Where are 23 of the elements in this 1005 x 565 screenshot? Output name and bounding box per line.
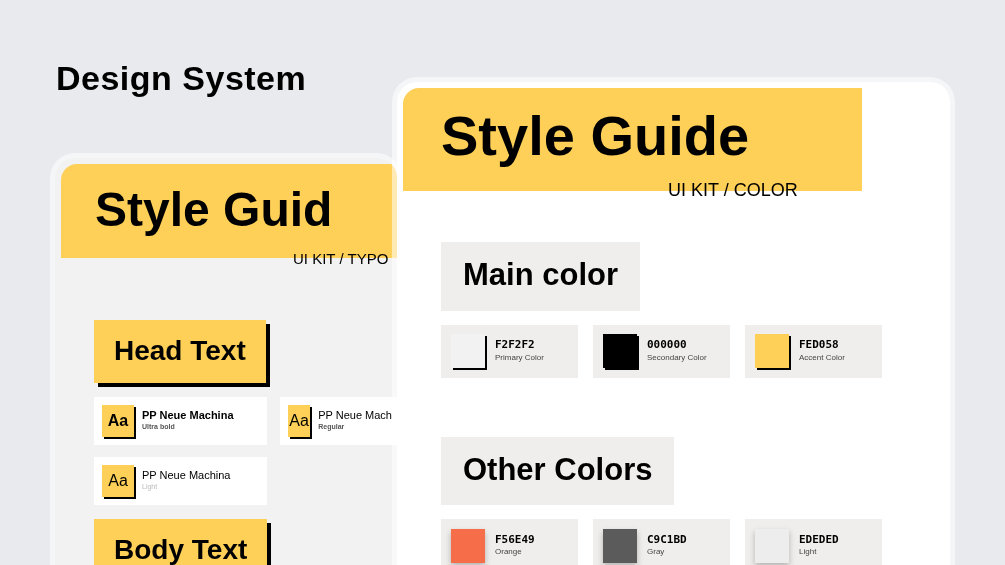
color-label: Light <box>799 546 818 559</box>
color-code: C9C1BD <box>647 532 687 547</box>
font-name: PP Neue Machina <box>142 409 234 423</box>
color-label: Orange <box>495 546 523 559</box>
color-label: Accent Color <box>799 351 845 364</box>
section-heading: Body Text <box>94 519 268 565</box>
color-label: Secondary Color <box>647 351 707 364</box>
board-title: Style Guid <box>95 186 334 234</box>
color-label: Primary Color <box>495 351 544 364</box>
color-code: EDEDED <box>799 532 839 547</box>
color-code: FED058 <box>799 338 840 352</box>
color-label: Gray <box>647 546 666 559</box>
color-code: 000000 <box>647 338 688 352</box>
sample-swatch: Aa <box>102 405 134 437</box>
sample-swatch: Aa <box>288 405 311 437</box>
page-title: Design System <box>56 58 307 99</box>
font-name: PP Neue Mach <box>318 409 392 423</box>
sample-swatch: Aa <box>102 465 134 497</box>
section-heading: Other Colors <box>441 436 675 505</box>
font-name: PP Neue Machina <box>142 469 231 483</box>
color-code: F56E49 <box>495 532 535 547</box>
section-heading: Main color <box>441 242 640 311</box>
color-code: F2F2F2 <box>495 338 536 352</box>
